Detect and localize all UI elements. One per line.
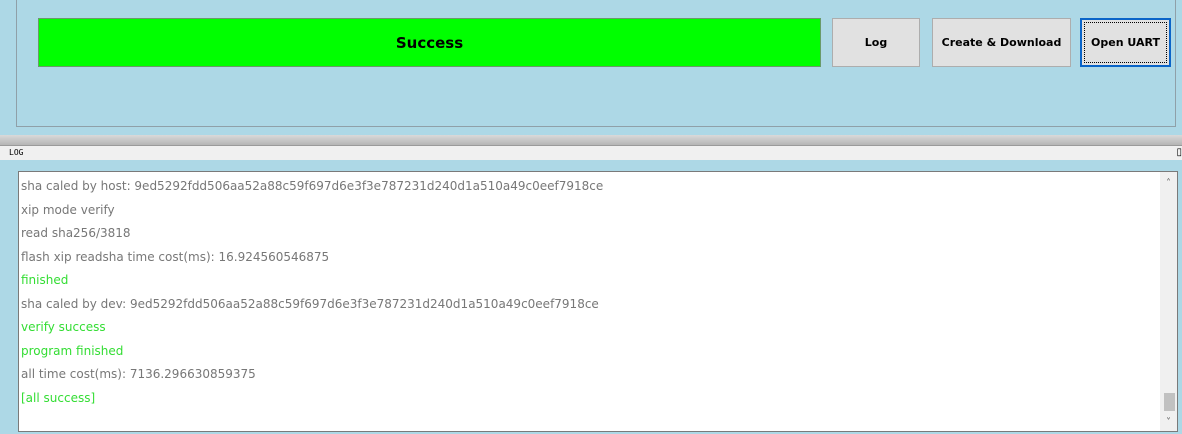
log-line: sha caled by host: 9ed5292fdd506aa52a88c…: [21, 179, 604, 193]
status-bar: Success: [38, 18, 821, 67]
open-uart-button[interactable]: Open UART: [1080, 18, 1171, 67]
top-panel: Success Log Create & Download Open UART: [0, 0, 1182, 140]
log-line: xip mode verify: [21, 202, 115, 217]
log-line: program finished: [21, 343, 124, 358]
panel-splitter[interactable]: [0, 135, 1182, 146]
log-line: all time cost(ms): 7136.296630859375: [21, 367, 256, 381]
log-line: sha caled by dev: 9ed5292fdd506aa52a88c5…: [21, 296, 599, 311]
restore-icon[interactable]: ▯: [1176, 146, 1182, 160]
log-line: flash xip readsha time cost(ms): 16.9245…: [21, 249, 330, 264]
create-download-button[interactable]: Create & Download: [932, 18, 1071, 67]
log-output[interactable]: sha caled by host: 9ed5292fdd506aa52a88c…: [18, 171, 1178, 432]
log-line: verify success: [21, 320, 106, 334]
log-lines: sha caled by host: 9ed5292fdd506aa52a88c…: [21, 175, 1157, 410]
scroll-thumb[interactable]: [1164, 393, 1175, 411]
scroll-up-icon[interactable]: ˄: [1160, 175, 1177, 192]
log-line: finished: [21, 273, 69, 287]
vertical-scrollbar[interactable]: ˄ ˅: [1160, 172, 1177, 431]
log-line: [all success]: [21, 390, 96, 405]
log-button[interactable]: Log: [832, 18, 920, 67]
log-title: LOG: [9, 148, 24, 157]
scroll-down-icon[interactable]: ˅: [1160, 414, 1177, 431]
log-line: read sha256/3818: [21, 226, 131, 240]
log-header: LOG ▯: [0, 146, 1182, 160]
